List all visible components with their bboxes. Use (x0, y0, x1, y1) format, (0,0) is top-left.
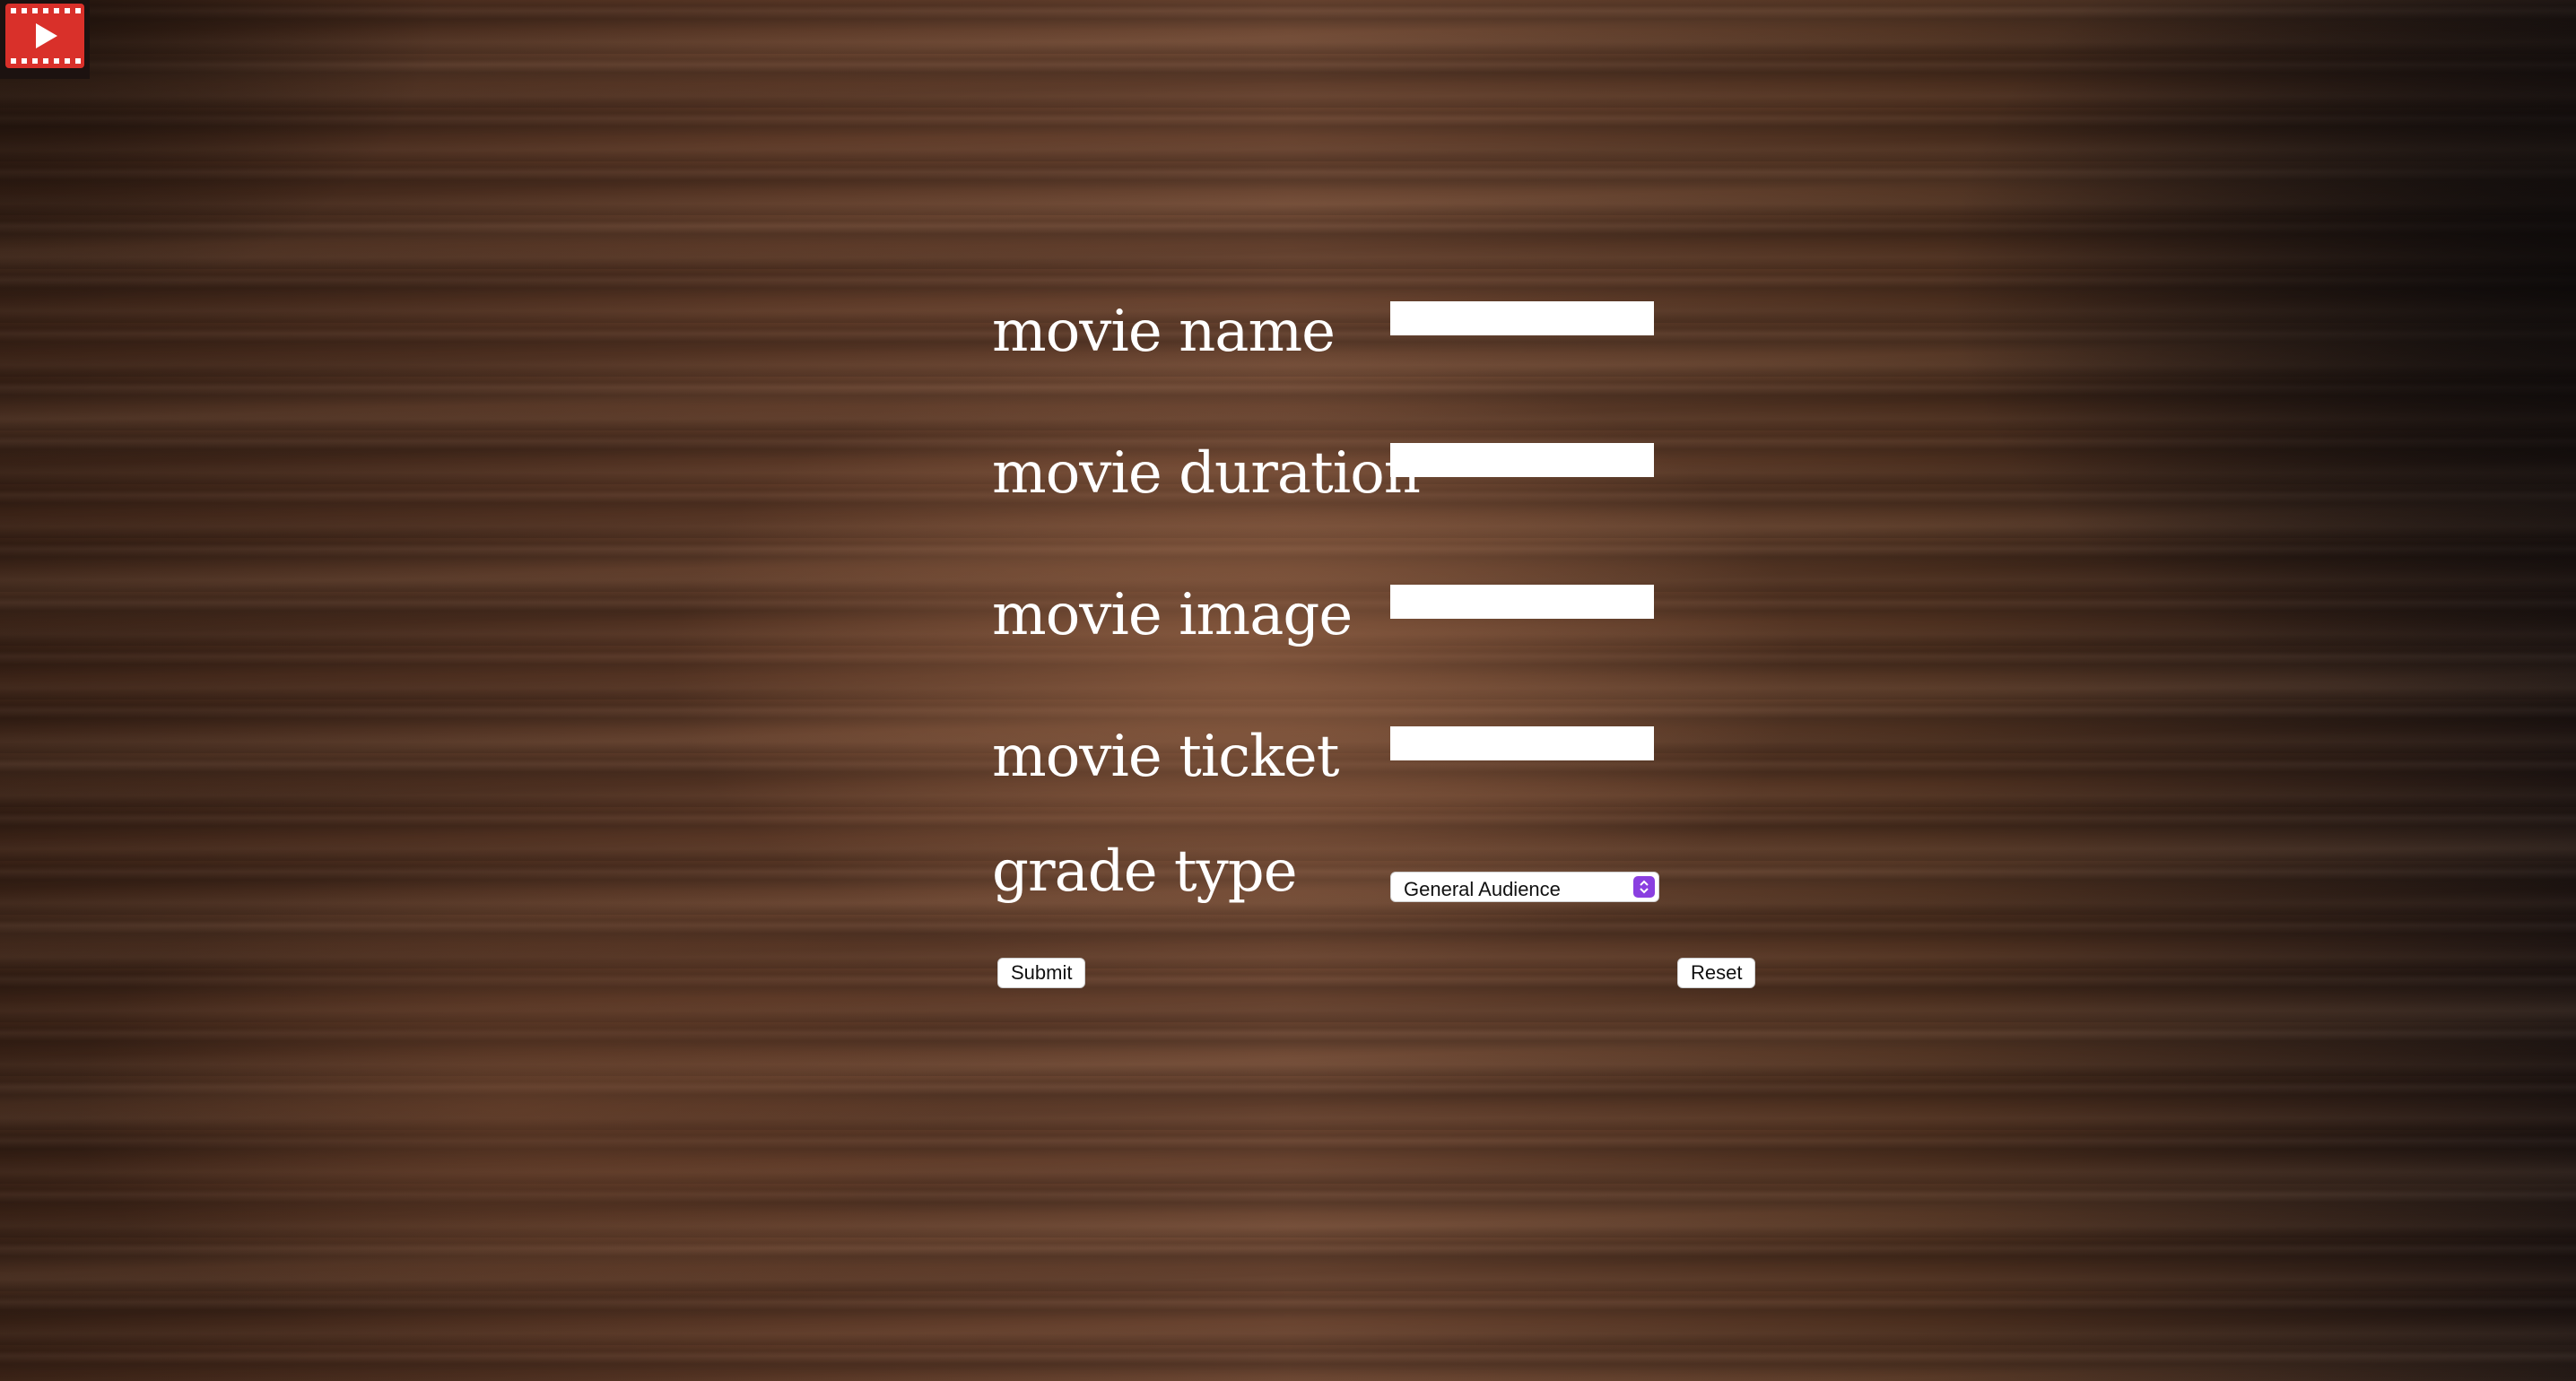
chevron-up-down-icon (1633, 876, 1655, 898)
movie-image-label: movie image (992, 582, 1353, 648)
movie-duration-input[interactable] (1390, 443, 1654, 477)
grade-type-label: grade type (992, 838, 1298, 905)
reset-button[interactable]: Reset (1677, 958, 1756, 988)
movie-image-input[interactable] (1390, 585, 1654, 619)
film-play-icon (5, 4, 84, 68)
movie-ticket-label: movie ticket (992, 724, 1339, 790)
grade-type-selected: General Audience (1404, 878, 1561, 900)
movie-name-label: movie name (992, 299, 1336, 365)
movie-duration-label: movie duration (992, 440, 1421, 507)
submit-button[interactable]: Submit (997, 958, 1086, 988)
movie-name-input[interactable] (1390, 301, 1654, 335)
grade-type-select[interactable]: General Audience (1390, 872, 1659, 902)
movie-ticket-input[interactable] (1390, 726, 1654, 760)
logo[interactable] (0, 0, 90, 79)
